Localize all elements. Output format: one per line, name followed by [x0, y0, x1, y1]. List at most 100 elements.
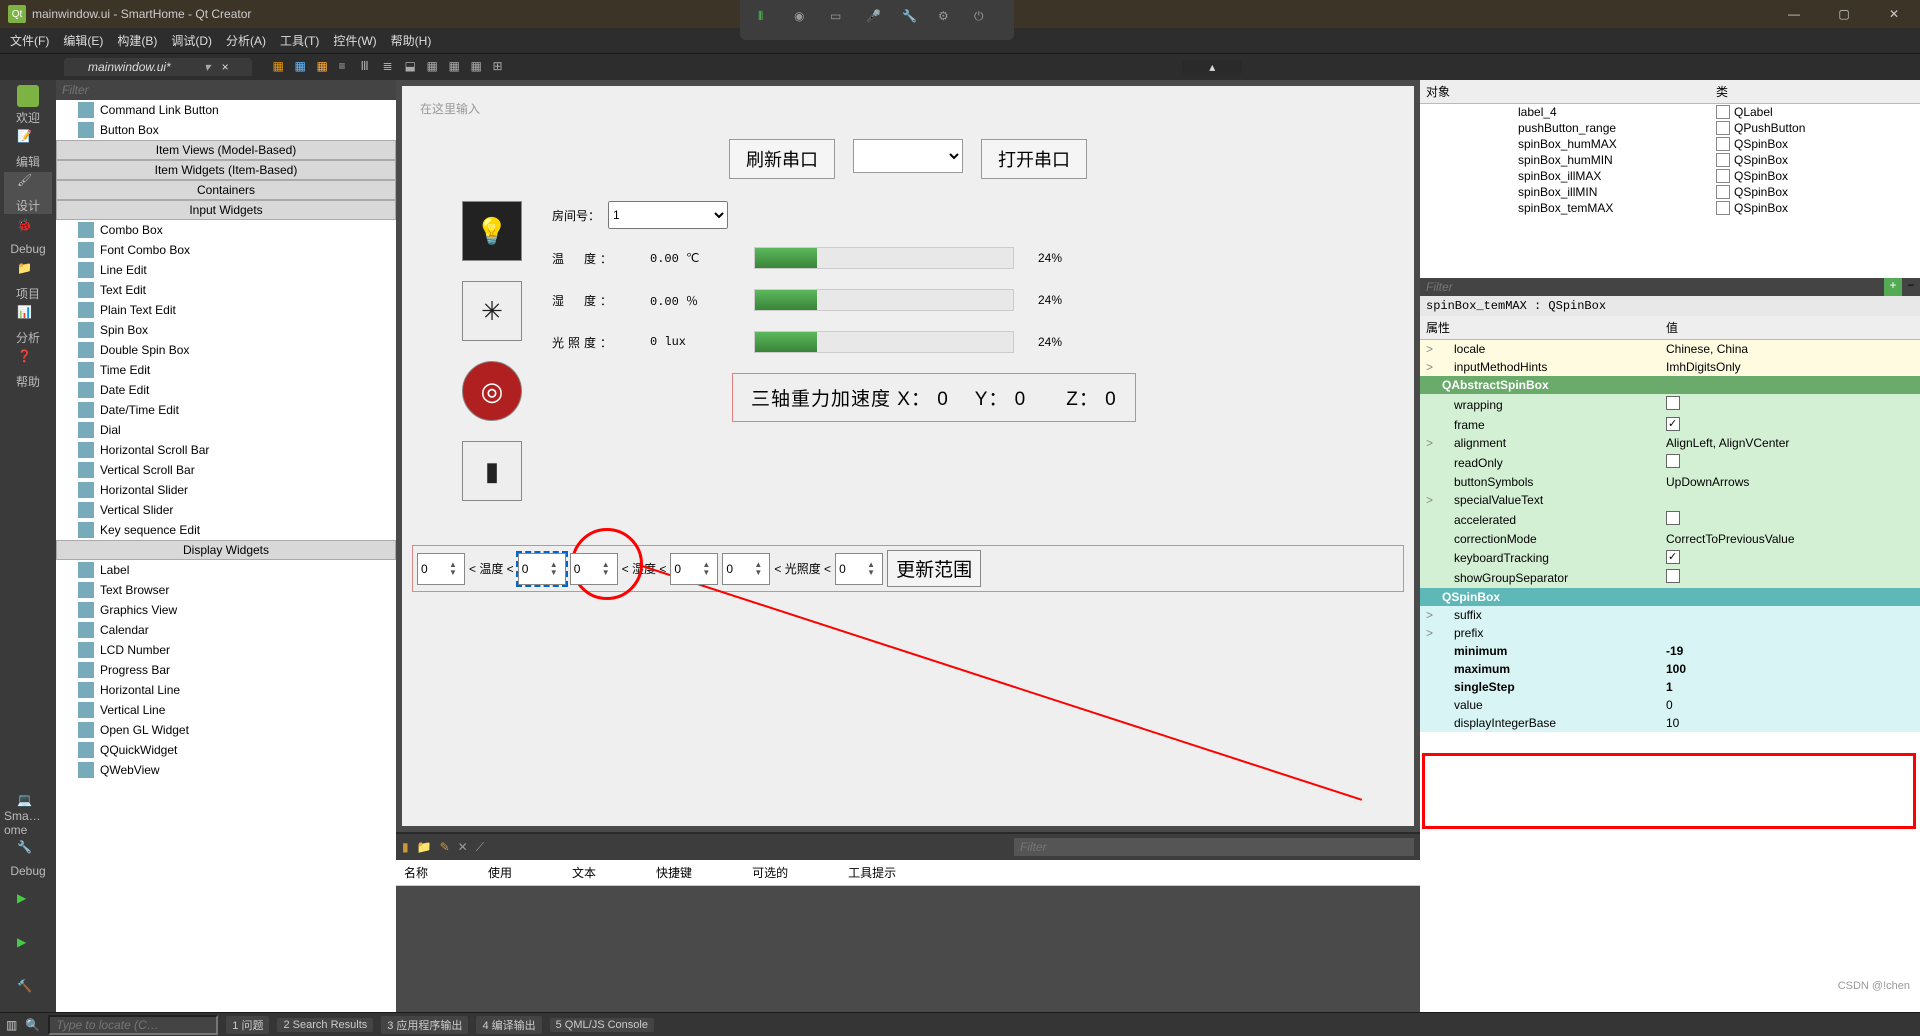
- widget-group-header[interactable]: Item Widgets (Item-Based): [56, 160, 396, 180]
- property-row[interactable]: displayIntegerBase10: [1420, 714, 1920, 732]
- property-row[interactable]: >specialValueText: [1420, 491, 1920, 509]
- property-row[interactable]: value0: [1420, 696, 1920, 714]
- widget-item[interactable]: Date Edit: [56, 380, 396, 400]
- property-row[interactable]: >alignmentAlignLeft, AlignVCenter: [1420, 434, 1920, 452]
- widget-item[interactable]: Command Link Button: [56, 100, 396, 120]
- camera-icon[interactable]: ▭: [830, 9, 852, 31]
- widget-item[interactable]: Font Combo Box: [56, 240, 396, 260]
- widget-item[interactable]: Horizontal Slider: [56, 480, 396, 500]
- widget-group-header[interactable]: Input Widgets: [56, 200, 396, 220]
- widget-group-header[interactable]: Item Views (Model-Based): [56, 140, 396, 160]
- spinbox-hum-max[interactable]: 0▲▼: [670, 553, 718, 585]
- mode-debug[interactable]: 🐞Debug: [4, 216, 52, 258]
- widget-group-header[interactable]: Display Widgets: [56, 540, 396, 560]
- object-row[interactable]: pushButton_rangeQPushButton: [1420, 120, 1920, 136]
- property-row[interactable]: maximum100: [1420, 660, 1920, 678]
- add-property-button[interactable]: +: [1884, 278, 1902, 296]
- property-row[interactable]: wrapping: [1420, 394, 1920, 415]
- object-row[interactable]: label_4QLabel: [1420, 104, 1920, 120]
- tool-icon[interactable]: ▦: [426, 59, 442, 75]
- tool-icon[interactable]: ▦: [470, 59, 486, 75]
- object-row[interactable]: spinBox_illMAXQSpinBox: [1420, 168, 1920, 184]
- menu-debug[interactable]: 调试(D): [165, 29, 218, 52]
- property-row[interactable]: singleStep1: [1420, 678, 1920, 696]
- mode-edit[interactable]: 📝编辑: [4, 128, 52, 170]
- widget-item[interactable]: Calendar: [56, 620, 396, 640]
- panel-icon[interactable]: ⟋: [476, 840, 484, 855]
- widget-item[interactable]: LCD Number: [56, 640, 396, 660]
- widget-item[interactable]: Dial: [56, 420, 396, 440]
- mode-projects[interactable]: 📁项目: [4, 260, 52, 302]
- spinbox-tem-min[interactable]: 0▲▼: [417, 553, 465, 585]
- property-row[interactable]: QSpinBox: [1420, 588, 1920, 606]
- menu-edit[interactable]: 编辑(E): [57, 29, 109, 52]
- property-row[interactable]: showGroupSeparator: [1420, 567, 1920, 588]
- panel-icon[interactable]: ✎: [440, 840, 450, 854]
- serial-combo[interactable]: [853, 139, 963, 173]
- widget-item[interactable]: Vertical Slider: [56, 500, 396, 520]
- widget-item[interactable]: Vertical Line: [56, 700, 396, 720]
- form-preview[interactable]: 在这里输入 刷新串口 打开串口 💡 ✳ ◎ ▮ 房间号： 1: [402, 86, 1414, 826]
- property-row[interactable]: correctionModeCorrectToPreviousValue: [1420, 530, 1920, 548]
- spinbox-ill-max[interactable]: 0▲▼: [835, 553, 883, 585]
- widget-item[interactable]: Double Spin Box: [56, 340, 396, 360]
- remove-property-button[interactable]: −: [1902, 278, 1920, 296]
- close-button[interactable]: ✕: [1876, 0, 1912, 28]
- tool-icon[interactable]: ≡: [338, 59, 354, 75]
- open-serial-button[interactable]: 打开串口: [981, 139, 1087, 179]
- debug-run-button[interactable]: ▶: [4, 926, 52, 968]
- property-row[interactable]: readOnly: [1420, 452, 1920, 473]
- mode-help[interactable]: ❓帮助: [4, 348, 52, 390]
- menu-analyze[interactable]: 分析(A): [220, 29, 272, 52]
- status-compile[interactable]: 4 编译输出: [476, 1016, 541, 1034]
- property-row[interactable]: QAbstractSpinBox: [1420, 376, 1920, 394]
- gear-icon[interactable]: ⚙: [938, 9, 960, 31]
- widget-item[interactable]: Combo Box: [56, 220, 396, 240]
- tool-icon[interactable]: ≣: [382, 59, 398, 75]
- property-row[interactable]: >prefix: [1420, 624, 1920, 642]
- widget-item[interactable]: Time Edit: [56, 360, 396, 380]
- tool-icon[interactable]: ⊞: [492, 59, 508, 75]
- file-tab[interactable]: mainwindow.ui* ▾ ×: [64, 58, 252, 76]
- panel-icon[interactable]: 📁: [417, 840, 432, 854]
- property-row[interactable]: >localeChinese, China: [1420, 340, 1920, 358]
- widget-item[interactable]: Spin Box: [56, 320, 396, 340]
- wrench-icon[interactable]: 🔧: [902, 9, 924, 31]
- run-button[interactable]: ▶: [4, 882, 52, 924]
- panel-icon[interactable]: ✕: [458, 840, 468, 854]
- build-config[interactable]: 🔧Debug: [4, 838, 52, 880]
- widget-item[interactable]: QQuickWidget: [56, 740, 396, 760]
- widget-item[interactable]: Date/Time Edit: [56, 400, 396, 420]
- panel-icon[interactable]: ▮: [402, 840, 409, 854]
- tool-icon[interactable]: ▦: [448, 59, 464, 75]
- object-row[interactable]: spinBox_illMINQSpinBox: [1420, 184, 1920, 200]
- widget-item[interactable]: Key sequence Edit: [56, 520, 396, 540]
- widget-item[interactable]: Plain Text Edit: [56, 300, 396, 320]
- kit-selector[interactable]: 💻Sma…ome: [4, 794, 52, 836]
- mic-icon[interactable]: 🎤: [866, 9, 888, 31]
- mode-welcome[interactable]: 欢迎: [4, 84, 52, 126]
- widget-item[interactable]: Text Browser: [56, 580, 396, 600]
- record-icon[interactable]: ◉: [794, 9, 816, 31]
- property-row[interactable]: >inputMethodHintsImhDigitsOnly: [1420, 358, 1920, 376]
- build-button[interactable]: 🔨: [4, 970, 52, 1012]
- tool-icon[interactable]: ▦: [294, 59, 310, 75]
- refresh-serial-button[interactable]: 刷新串口: [729, 139, 835, 179]
- tab-close-button[interactable]: ×: [221, 60, 228, 74]
- update-range-button[interactable]: 更新范围: [887, 550, 981, 587]
- property-row[interactable]: accelerated: [1420, 509, 1920, 530]
- widget-item[interactable]: Graphics View: [56, 600, 396, 620]
- menu-file[interactable]: 文件(F): [4, 29, 55, 52]
- minimize-button[interactable]: —: [1776, 0, 1812, 28]
- property-filter-input[interactable]: [1420, 278, 1884, 296]
- tab-dropdown-icon[interactable]: ▾: [204, 60, 210, 74]
- menu-build[interactable]: 构建(B): [111, 29, 163, 52]
- widget-item[interactable]: Open GL Widget: [56, 720, 396, 740]
- widget-item[interactable]: Vertical Scroll Bar: [56, 460, 396, 480]
- widget-group-header[interactable]: Containers: [56, 180, 396, 200]
- property-row[interactable]: keyboardTracking: [1420, 548, 1920, 567]
- widget-item[interactable]: Progress Bar: [56, 660, 396, 680]
- tool-icon[interactable]: ▦: [316, 59, 332, 75]
- locator-input[interactable]: [48, 1015, 218, 1035]
- tool-icon[interactable]: Ⅲ: [360, 59, 376, 75]
